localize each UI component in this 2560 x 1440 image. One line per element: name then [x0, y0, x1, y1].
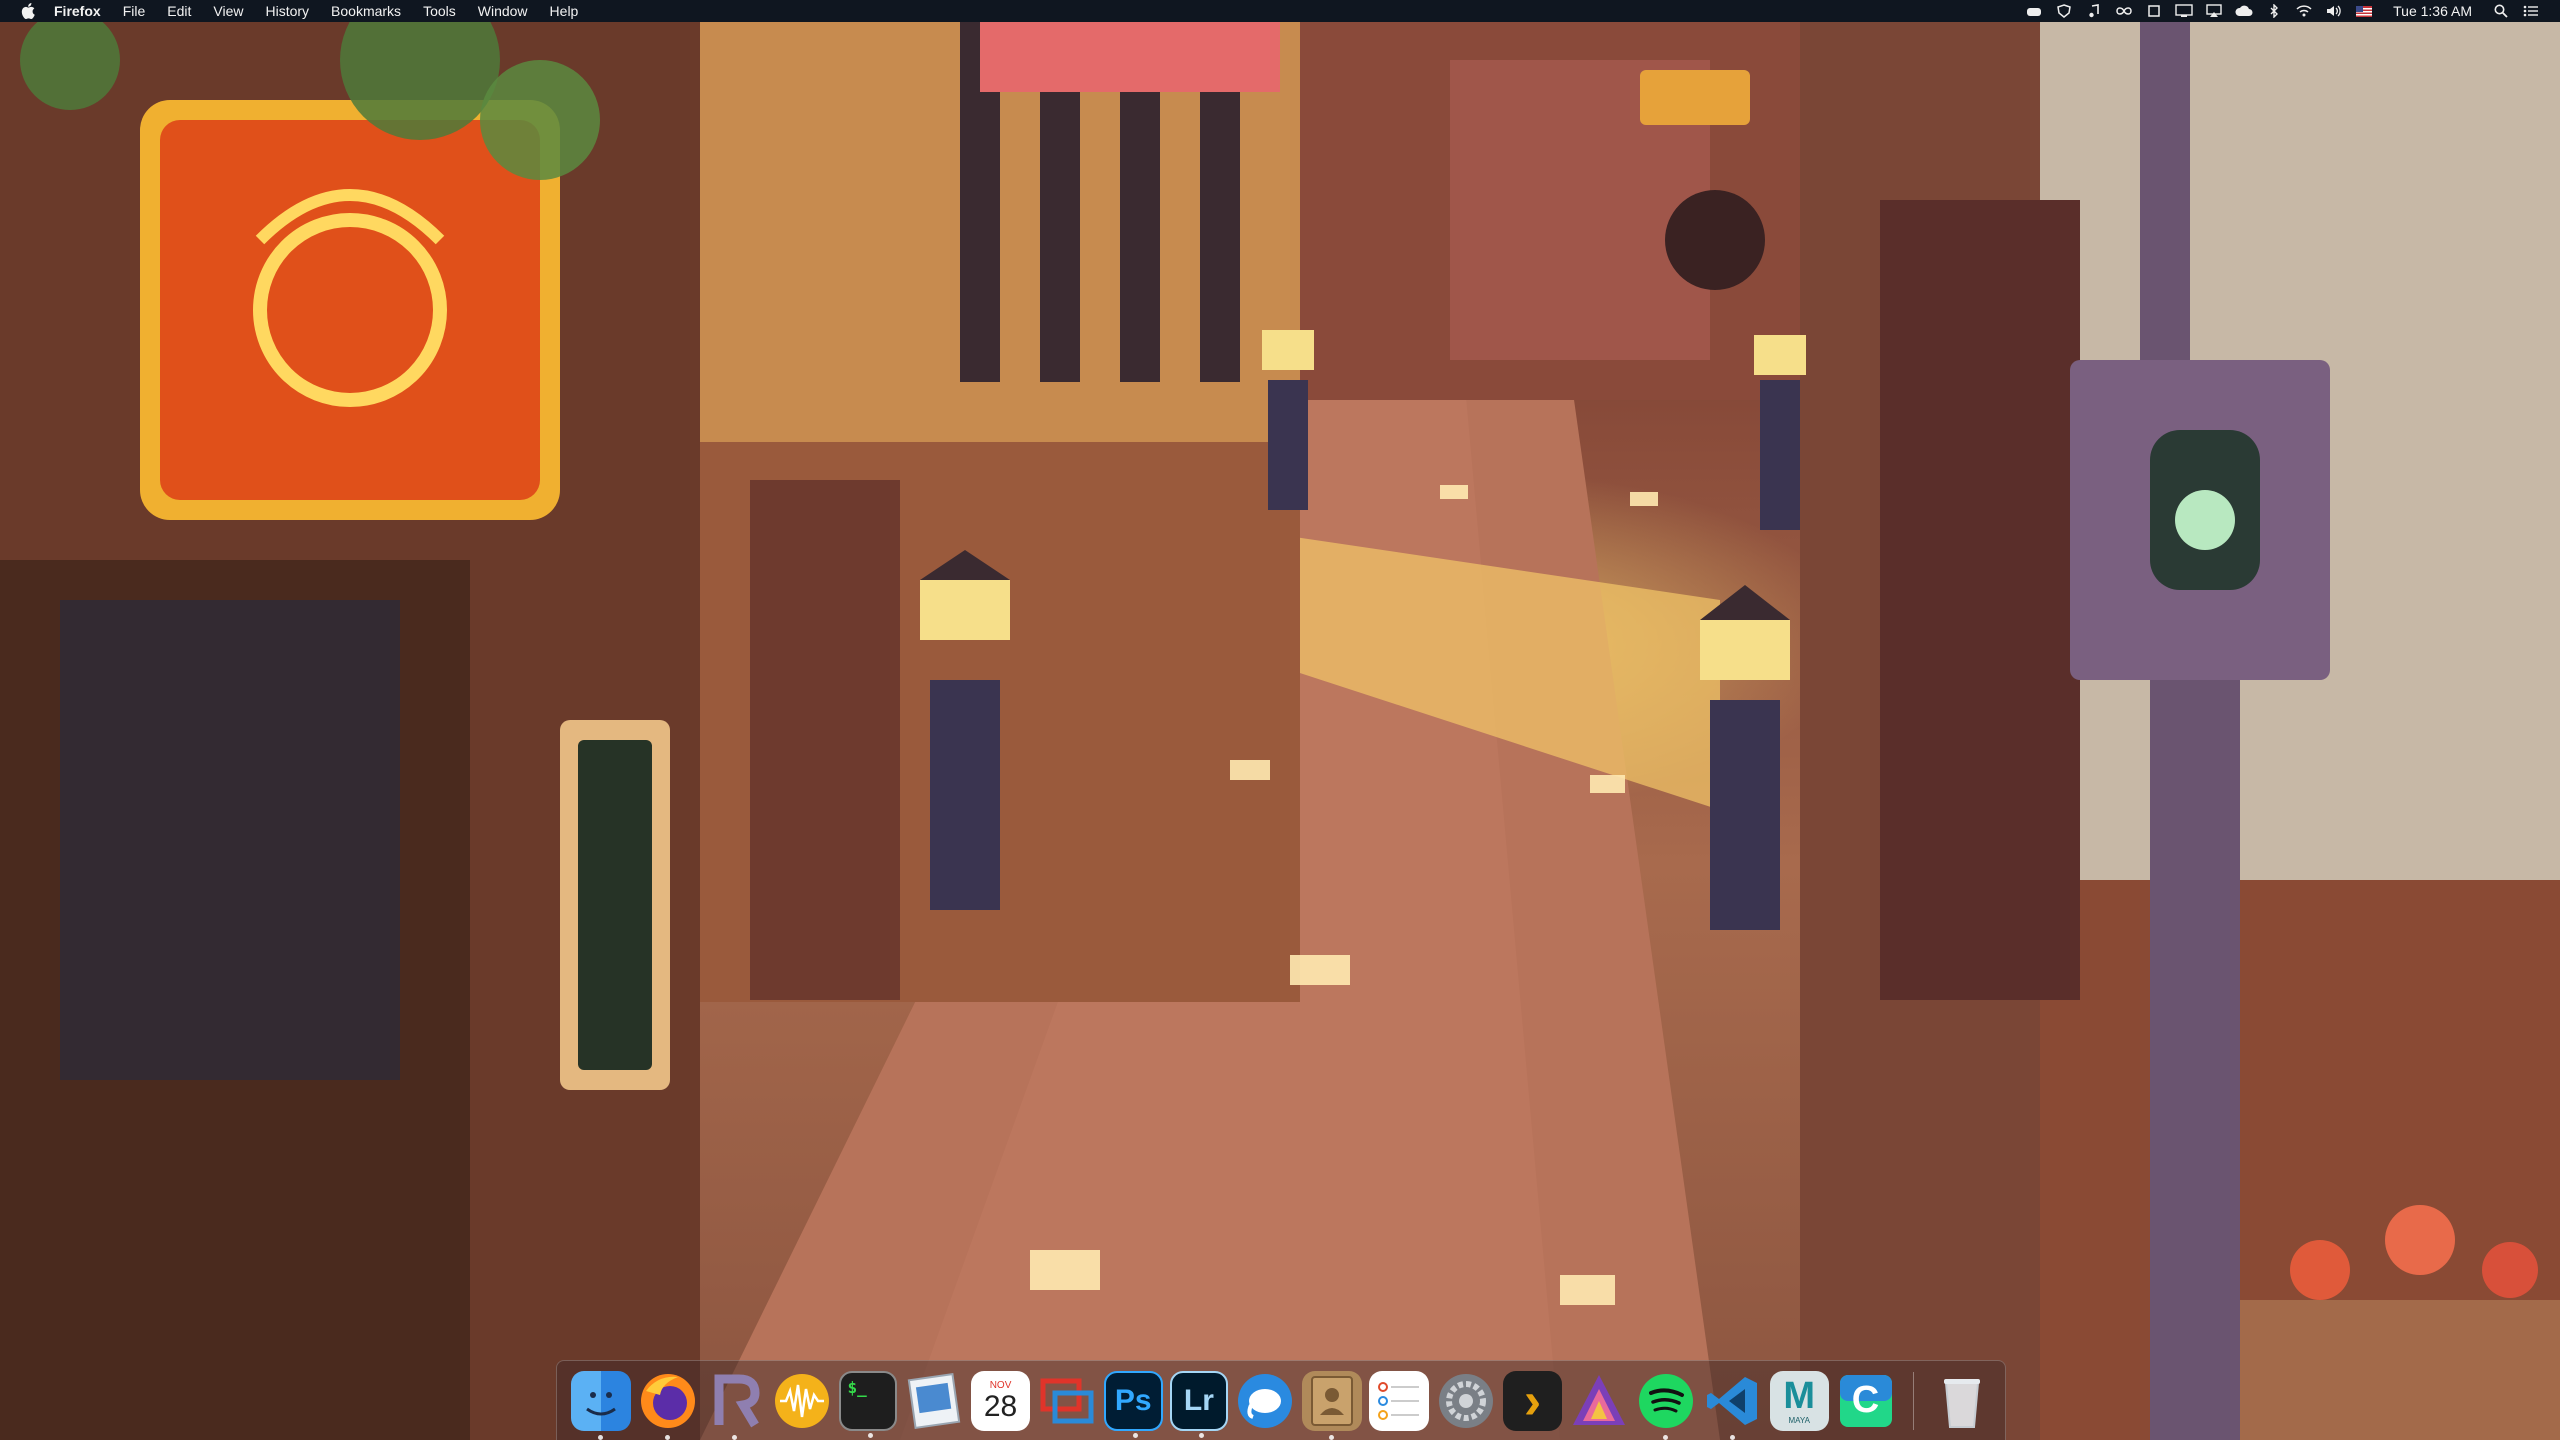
dock-affinity[interactable] [1569, 1371, 1629, 1431]
waveform-icon [774, 1373, 829, 1428]
dock-separator [1913, 1371, 1915, 1430]
dock-lightroom[interactable]: Lr [1169, 1370, 1229, 1438]
dock-contacts[interactable] [1302, 1370, 1363, 1440]
lamp-right [1700, 585, 1790, 930]
menu-bar-clock[interactable]: Tue 1:36 AM [2379, 3, 2486, 19]
menu-tools[interactable]: Tools [412, 0, 467, 22]
contacts-icon [1311, 1375, 1354, 1426]
running-indicator [1662, 1434, 1668, 1440]
lamp-left [920, 550, 1010, 910]
preview-icon [907, 1372, 961, 1429]
screens-icon [1040, 1378, 1094, 1423]
dock-photoshop[interactable]: Ps [1103, 1370, 1163, 1438]
finder-icon [585, 1391, 616, 1415]
dock-tableplus[interactable] [1235, 1371, 1295, 1431]
airplay-icon[interactable] [2203, 0, 2225, 22]
dock-preview[interactable] [904, 1371, 964, 1431]
running-indicator [731, 1434, 737, 1440]
list-icon[interactable] [2520, 0, 2542, 22]
elephant-icon [1238, 1373, 1293, 1428]
plex-icon: › [1523, 1371, 1542, 1430]
creative-cloud-icon[interactable] [2233, 0, 2255, 22]
running-indicator [664, 1434, 670, 1440]
dock-terminal[interactable]: $_ [838, 1370, 898, 1438]
running-indicator [1729, 1434, 1735, 1440]
dock-calendar[interactable]: NOV 28 [971, 1370, 1030, 1431]
running-indicator [1198, 1432, 1204, 1438]
cloud-icon[interactable] [2023, 0, 2045, 22]
running-indicator [867, 1432, 873, 1438]
menu-app-name[interactable]: Firefox [48, 0, 112, 22]
desktop-wallpaper [0, 0, 2560, 1440]
dock-finder[interactable] [570, 1370, 631, 1440]
wallpaper-scene [0, 0, 2560, 1440]
bluetooth-icon[interactable] [2263, 0, 2285, 22]
dock-reminders[interactable] [1369, 1370, 1430, 1431]
menu-window[interactable]: Window [467, 0, 539, 22]
maya-icon: M [1783, 1375, 1816, 1417]
dock: $_ NOV 28 Ps Lr › M MAYA C [556, 1360, 2006, 1440]
spotify-icon [1638, 1373, 1693, 1428]
dock-firefox[interactable] [638, 1371, 698, 1440]
running-indicator [1329, 1434, 1335, 1440]
menu-bar-status-area: Tue 1:36 AM [2019, 0, 2560, 22]
vscode-icon [1706, 1376, 1757, 1425]
display-icon[interactable] [2173, 0, 2195, 22]
dock-plex[interactable]: › [1503, 1370, 1562, 1431]
trash-icon [1943, 1378, 1980, 1428]
firefox-icon [640, 1373, 695, 1428]
search-icon[interactable] [2490, 0, 2512, 22]
dock-rider[interactable] [705, 1371, 765, 1440]
reminders-icon [1378, 1381, 1420, 1420]
clion-letter: C [1851, 1379, 1880, 1421]
running-indicator [1132, 1432, 1138, 1438]
lightroom-icon: Lr [1183, 1383, 1214, 1417]
terminal-icon: $_ [847, 1377, 867, 1397]
us-flag-icon[interactable] [2353, 0, 2375, 22]
dock-clion[interactable]: C [1836, 1371, 1896, 1431]
dock-spotify[interactable] [1636, 1371, 1696, 1440]
affinity-icon [1572, 1374, 1625, 1425]
apple-menu-icon[interactable] [18, 0, 38, 22]
volume-icon[interactable] [2323, 0, 2345, 22]
dock-system-preferences[interactable] [1436, 1371, 1496, 1431]
gear-icon [1439, 1373, 1494, 1428]
menu-bar-left: Firefox File Edit View History Bookmarks… [0, 0, 589, 22]
square-icon[interactable] [2143, 0, 2165, 22]
shield-icon[interactable] [2053, 0, 2075, 22]
menu-file[interactable]: File [112, 0, 157, 22]
menu-history[interactable]: History [254, 0, 320, 22]
menu-edit[interactable]: Edit [156, 0, 202, 22]
dock-maya[interactable]: M MAYA [1769, 1370, 1829, 1431]
photoshop-icon: Ps [1114, 1383, 1152, 1417]
menu-bookmarks[interactable]: Bookmarks [320, 0, 412, 22]
apple-logo-icon [21, 3, 35, 19]
dock-audio[interactable] [772, 1371, 832, 1431]
dock-vscode[interactable] [1703, 1371, 1763, 1440]
running-indicator [597, 1434, 603, 1440]
rider-icon [714, 1374, 760, 1427]
music-note-icon[interactable] [2083, 0, 2105, 22]
wifi-icon[interactable] [2293, 0, 2315, 22]
dock-screens[interactable] [1037, 1371, 1097, 1431]
menu-bar: Firefox File Edit View History Bookmarks… [0, 0, 2560, 22]
menu-help[interactable]: Help [539, 0, 590, 22]
infinity-icon[interactable] [2113, 0, 2135, 22]
menu-view[interactable]: View [202, 0, 254, 22]
calendar-icon: 28 [983, 1390, 1018, 1423]
maya-label: MAYA [1788, 1416, 1810, 1425]
dock-trash[interactable] [1932, 1371, 1992, 1431]
